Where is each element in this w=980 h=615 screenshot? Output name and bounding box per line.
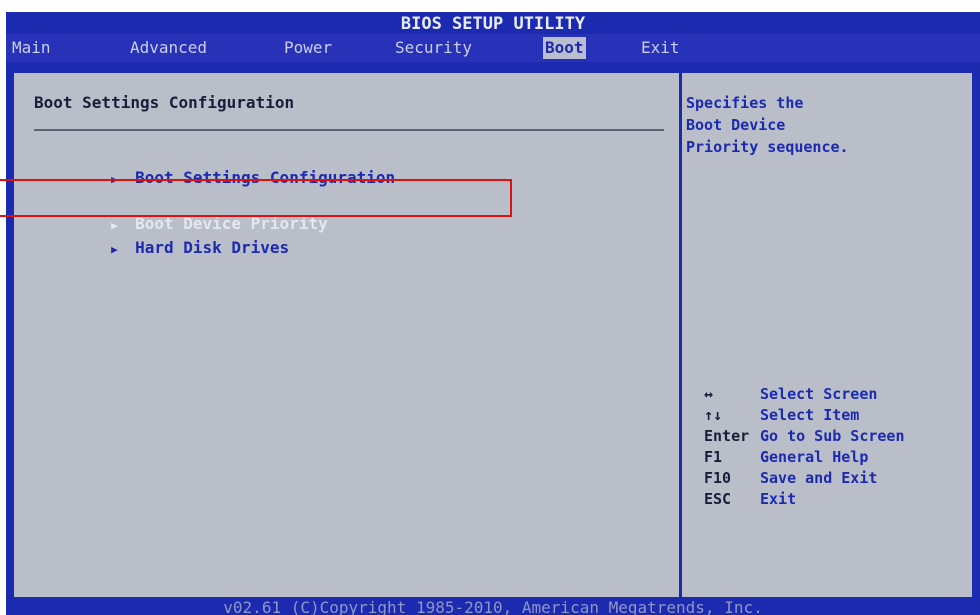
tab-power[interactable]: Power [284,37,332,59]
key-row: ↑↓ Select Item [704,405,980,426]
selection-highlight-box [0,179,512,217]
key-label: F1 [704,448,723,466]
key-description: Save and Exit [760,469,878,487]
section-divider [34,129,664,131]
key-row: F1 General Help [704,447,980,468]
bios-title: BIOS SETUP UTILITY [400,14,586,34]
key-row: F10 Save and Exit [704,468,980,489]
key-label: Enter [704,427,750,445]
menu-item-boot-settings-configuration[interactable]: ▶ Boot Settings Configuration [34,145,395,187]
key-label: F10 [704,469,732,487]
key-row: Enter Go to Sub Screen [704,426,980,447]
arrows-vertical-icon: ↑↓ [704,406,723,424]
key-description: Go to Sub Screen [760,427,905,445]
key-description: Select Screen [760,385,878,403]
tab-advanced[interactable]: Advanced [130,37,207,59]
key-label: ESC [704,490,732,508]
triangle-right-icon: ▶ [111,243,118,256]
copyright-footer: v02.61 (C)Copyright 1985-2010, American … [223,598,763,615]
tab-boot[interactable]: Boot [543,37,586,59]
key-row: ↔ Select Screen [704,384,980,405]
tab-main[interactable]: Main [12,37,51,59]
arrows-horizontal-icon: ↔ [704,385,714,403]
key-row: ESC Exit [704,489,980,510]
tab-exit[interactable]: Exit [641,37,680,59]
key-description: General Help [760,448,869,466]
bios-screen: BIOS SETUP UTILITY Main Advanced Power S… [6,12,980,615]
key-legend: ↔ Select Screen ↑↓ Select Item Enter Go … [704,384,980,510]
key-description: Exit [760,490,797,508]
help-text: Specifies the Boot Device Priority seque… [686,94,849,156]
settings-pane: Boot Settings Configuration ▶ Boot Settin… [11,70,679,600]
tab-security[interactable]: Security [395,37,472,59]
key-description: Select Item [760,406,860,424]
menu-item-hard-disk-drives[interactable]: ▶ Hard Disk Drives [34,215,289,257]
section-title: Boot Settings Configuration [34,93,295,112]
menu-bar: Main Advanced Power Security Boot Exit [6,34,980,62]
